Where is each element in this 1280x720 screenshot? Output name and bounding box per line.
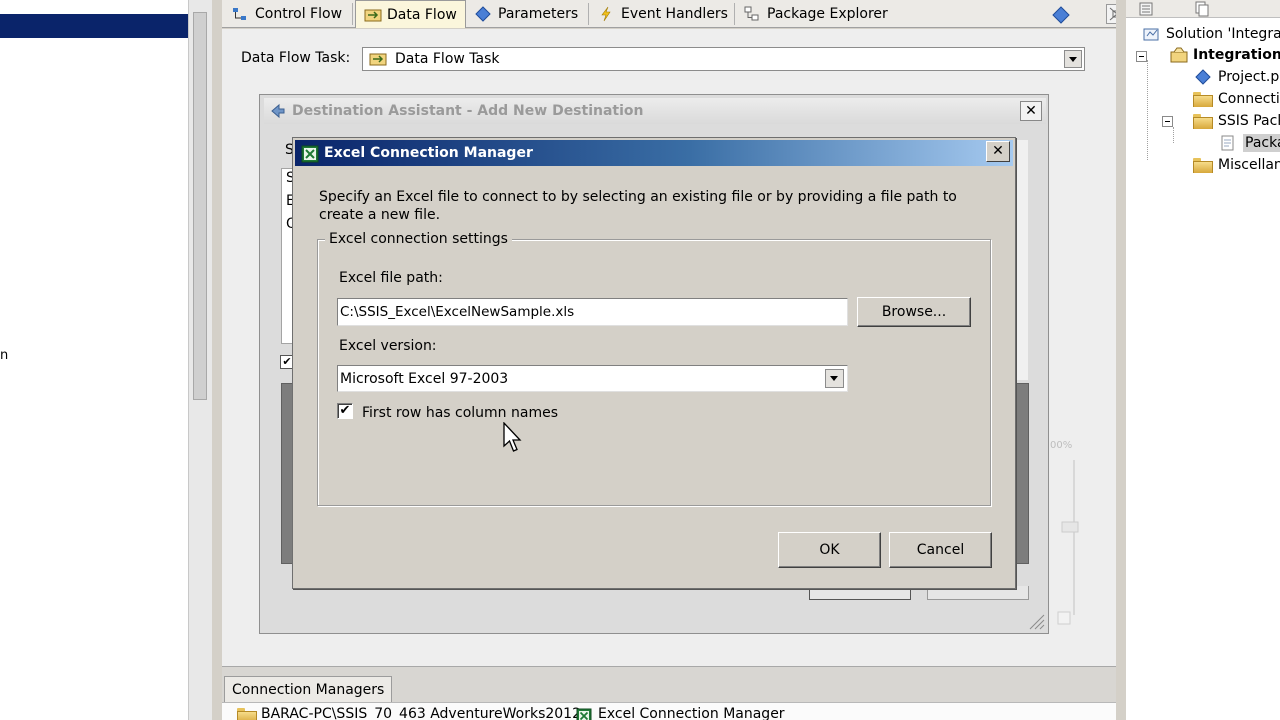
data-flow-icon [369, 51, 387, 67]
close-icon[interactable]: ✕ [986, 141, 1010, 162]
folder-icon [237, 708, 257, 720]
solution-explorer-toolbar [1126, 0, 1280, 18]
lightning-icon [598, 6, 614, 22]
tab-event-handlers[interactable]: Event Handlers [590, 0, 736, 28]
list-item[interactable]: Excel Connection Manager [576, 706, 785, 720]
show-all-files-icon[interactable] [1194, 1, 1210, 17]
tree-node-label: Integration [1193, 47, 1280, 63]
tab-data-flow[interactable]: Data Flow [355, 0, 466, 28]
destination-icon [270, 103, 286, 119]
destination-scrollbar[interactable] [1016, 140, 1028, 380]
designer-tab-strip: Control Flow Data Flow Parameters Event … [222, 0, 1129, 28]
left-panel [0, 0, 188, 720]
tab-label: Event Handlers [621, 6, 728, 22]
ok-button[interactable]: OK [778, 532, 881, 568]
parameters-icon [475, 6, 491, 22]
destination-assistant-close-icon[interactable]: ✕ [1020, 101, 1042, 121]
excel-dialog-title-bar[interactable]: Excel Connection Manager [295, 140, 1013, 166]
tab-package-explorer[interactable]: Package Explorer [736, 0, 896, 28]
splitter[interactable] [1116, 0, 1126, 720]
project-icon [1170, 47, 1188, 63]
tree-node-label: Packa [1243, 134, 1280, 152]
data-flow-icon [364, 7, 382, 23]
list-item[interactable]: BARAC-PC\SSIS_70_463 AdventureWorks2012 [237, 706, 581, 720]
folder-icon [1193, 158, 1213, 173]
tab-connection-managers[interactable]: Connection Managers [224, 676, 393, 702]
tab-label: Connection Managers [232, 681, 385, 698]
tree-node-package[interactable]: Packa [1220, 134, 1280, 152]
tree-node-label: Project.p [1218, 69, 1280, 85]
tree-node-project-params[interactable]: Project.p [1195, 69, 1280, 85]
excel-icon [301, 145, 319, 163]
data-flow-task-select[interactable]: Data Flow Task [362, 47, 1085, 71]
tree-node-connection-managers[interactable]: Connectio [1193, 91, 1280, 107]
excel-version-select[interactable]: Microsoft Excel 97-2003 [337, 365, 848, 392]
excel-version-value: Microsoft Excel 97-2003 [340, 370, 509, 387]
connection-manager-label: Excel Connection Manager [598, 706, 785, 720]
tab-label: Control Flow [255, 6, 343, 22]
left-panel-selected-row[interactable] [0, 14, 188, 38]
folder-icon [1193, 92, 1213, 107]
tree-node-miscellaneous[interactable]: Miscellane [1193, 157, 1280, 173]
tab-label: Package Explorer [767, 6, 888, 22]
folder-icon [1193, 114, 1213, 129]
tree-node-solution[interactable]: Solution 'Integrat [1143, 26, 1280, 42]
resize-grip-icon[interactable] [1026, 611, 1046, 631]
tab-label: Data Flow [387, 6, 457, 23]
excel-file-path-input[interactable] [337, 298, 848, 326]
excel-icon [576, 708, 592, 720]
destination-assistant-title-bar[interactable]: Destination Assistant - Add New Destinat… [264, 98, 1046, 124]
first-row-column-names-label[interactable]: First row has column names [362, 405, 558, 421]
parameters-icon [1195, 69, 1211, 85]
destination-assistant-title: Destination Assistant - Add New Destinat… [292, 103, 644, 119]
collapse-icon[interactable] [1162, 116, 1173, 127]
parameters-toolbar-icon[interactable] [1052, 6, 1070, 24]
chevron-down-icon[interactable] [1064, 50, 1082, 68]
tree-node-label: Solution 'Integrat [1166, 26, 1280, 42]
package-icon [1220, 135, 1236, 151]
mouse-pointer-icon [503, 422, 522, 452]
control-flow-icon [232, 6, 248, 22]
tree-node-label: Miscellane [1218, 157, 1280, 173]
excel-dialog-title: Excel Connection Manager [324, 145, 533, 161]
left-panel-text-fragment: n [0, 348, 9, 363]
zoom-level-text: 00% [1050, 440, 1073, 451]
package-explorer-icon [744, 6, 760, 22]
solution-icon [1143, 26, 1159, 42]
properties-icon[interactable] [1138, 1, 1154, 17]
connection-manager-label: BARAC-PC\SSIS_70_463 AdventureWorks2012 [261, 706, 581, 720]
data-flow-task-value: Data Flow Task [395, 51, 500, 67]
tree-node-label: Connectio [1218, 91, 1280, 107]
group-label: Excel connection settings [325, 231, 512, 247]
tree-node-project[interactable]: Integration [1170, 47, 1280, 63]
data-flow-task-label: Data Flow Task: [241, 50, 351, 66]
cancel-button[interactable]: Cancel [889, 532, 992, 568]
chevron-down-icon[interactable] [825, 369, 844, 388]
tab-control-flow[interactable]: Control Flow [224, 0, 350, 28]
tab-parameters[interactable]: Parameters [467, 0, 586, 28]
tree-node-ssis-packages[interactable]: SSIS Pack [1193, 113, 1280, 129]
first-row-column-names-checkbox[interactable]: ✔ [337, 403, 353, 419]
browse-button[interactable]: Browse... [857, 297, 971, 327]
left-panel-scroll-thumb[interactable] [193, 12, 207, 400]
excel-dialog-description: Specify an Excel file to connect to by s… [319, 189, 957, 223]
excel-version-label: Excel version: [339, 338, 437, 354]
excel-file-path-label: Excel file path: [339, 270, 443, 286]
tab-label: Parameters [498, 6, 579, 22]
zoom-slider[interactable] [1052, 440, 1082, 630]
tree-node-label: SSIS Pack [1218, 113, 1280, 129]
collapse-icon[interactable] [1136, 51, 1147, 62]
